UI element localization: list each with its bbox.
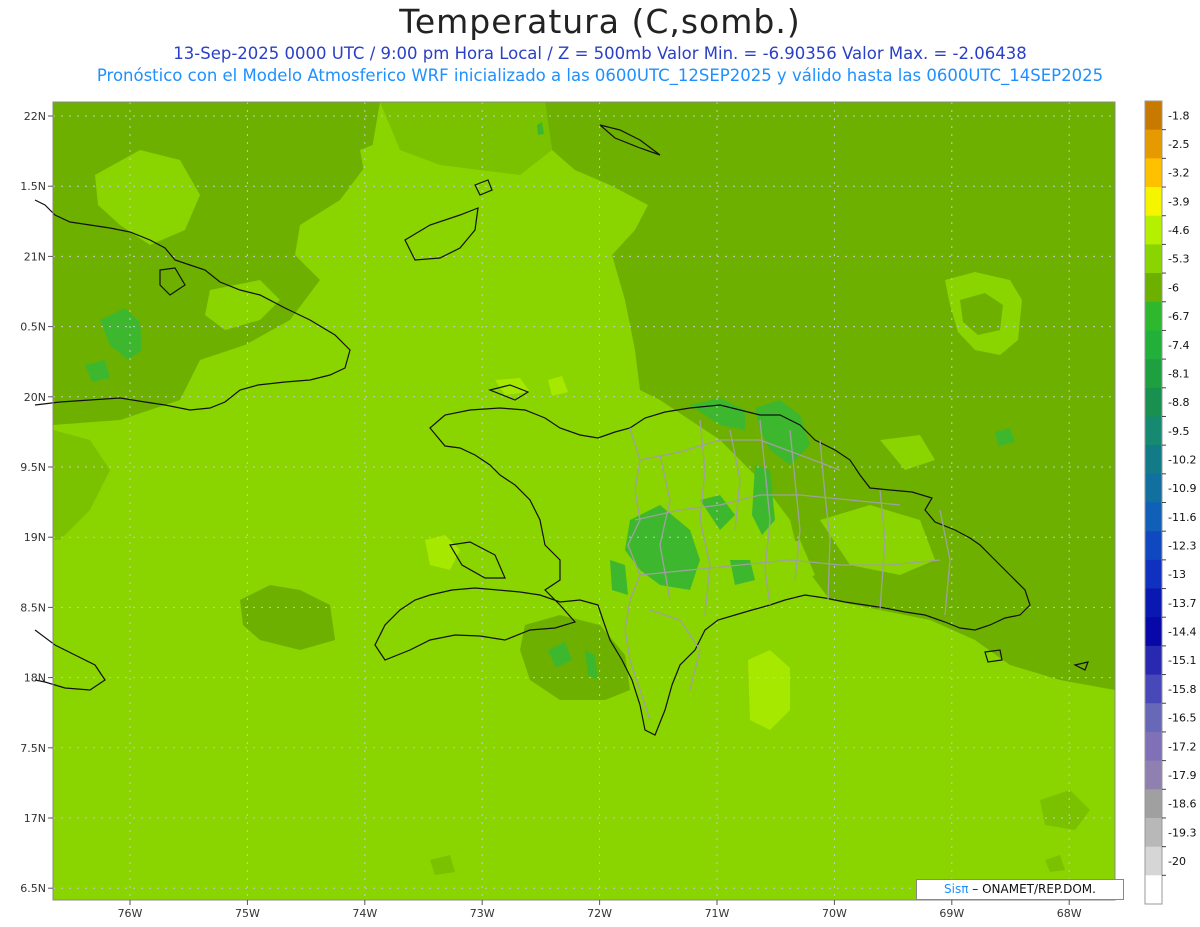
colorbar-label: -13.7: [1168, 597, 1196, 610]
colorbar-label: -20: [1168, 855, 1186, 868]
lon-tick-label: 69W: [939, 907, 964, 920]
colorbar-label: -15.8: [1168, 683, 1196, 696]
credit-organization: – ONAMET/REP.DOM.: [968, 882, 1096, 896]
colorbar-swatch: [1145, 387, 1162, 417]
lat-tick-label: 7.5N: [20, 742, 46, 755]
lat-tick-label: 1.5N: [20, 180, 46, 193]
colorbar-swatch: [1145, 158, 1162, 188]
colorbar-label: -1.8: [1168, 109, 1189, 122]
colorbar-swatch: [1145, 416, 1162, 446]
colorbar-swatch: [1145, 445, 1162, 475]
colorbar-swatch: [1145, 215, 1162, 245]
lat-tick-label: 9.5N: [20, 461, 46, 474]
colorbar-swatch: [1145, 645, 1162, 676]
colorbar-label: -10.9: [1168, 482, 1196, 495]
colorbar-swatch: [1145, 359, 1162, 389]
colorbar-label: -3.2: [1168, 167, 1189, 180]
colorbar-swatch: [1145, 588, 1162, 618]
colorbar-swatch: [1145, 731, 1162, 762]
colorbar-swatch: [1145, 301, 1162, 331]
colorbar-label: -17.2: [1168, 740, 1196, 753]
lat-tick-label: 20N: [24, 391, 46, 404]
sispi-logo-text: Sisπ: [944, 882, 969, 896]
lat-tick-label: 18N: [24, 672, 46, 685]
colorbar-swatch: [1145, 617, 1162, 647]
lat-tick-label: 0.5N: [20, 321, 46, 334]
colorbar-label: -7.4: [1168, 339, 1189, 352]
lat-tick-label: 22N: [24, 110, 46, 123]
colorbar-swatch: [1145, 473, 1162, 503]
colorbar-label: -5.3: [1168, 253, 1189, 266]
colorbar-swatch: [1145, 703, 1162, 733]
colorbar-label: -9.5: [1168, 425, 1189, 438]
colorbar-label: -4.6: [1168, 224, 1189, 237]
colorbar-swatch: [1145, 846, 1162, 876]
lat-tick-label: 21N: [24, 250, 46, 263]
lon-tick-label: 71W: [705, 907, 730, 920]
lon-tick-label: 72W: [587, 907, 612, 920]
colorbar-label: -14.4: [1168, 626, 1196, 639]
lat-tick-label: 19N: [24, 531, 46, 544]
colorbar-swatch: [1145, 789, 1162, 819]
lon-tick-label: 75W: [235, 907, 260, 920]
colorbar-label: -8.8: [1168, 396, 1189, 409]
lat-tick-label: 6.5N: [20, 882, 46, 895]
colorbar-label: -11.6: [1168, 511, 1196, 524]
colorbar-swatch: [1145, 817, 1162, 848]
lon-tick-label: 70W: [822, 907, 847, 920]
lat-tick-label: 8.5N: [20, 601, 46, 614]
colorbar: -1.8 -2.5 -3.2 -3.9 -4.6 -5.3 -6 -6.7 -7.4 -8.1 -8…: [1144, 100, 1196, 905]
lon-tick-label: 68W: [1057, 907, 1082, 920]
colorbar-label: -19.3: [1168, 826, 1196, 839]
lon-tick-label: 73W: [470, 907, 495, 920]
colorbar-label: -15.1: [1168, 654, 1196, 667]
colorbar-swatch: [1145, 330, 1162, 360]
colorbar-swatch: [1145, 502, 1162, 532]
colorbar-label: -3.9: [1168, 195, 1189, 208]
credit-box: Sisπ – ONAMET/REP.DOM.: [916, 879, 1124, 900]
colorbar-label: -13: [1168, 568, 1186, 581]
colorbar-swatch: [1145, 101, 1162, 131]
colorbar-swatch: [1145, 244, 1162, 274]
colorbar-label: -8.1: [1168, 367, 1189, 380]
lat-tick-label: 17N: [24, 812, 46, 825]
colorbar-label: -6.7: [1168, 310, 1189, 323]
colorbar-label: -10.2: [1168, 453, 1196, 466]
colorbar-swatch: [1145, 674, 1162, 704]
latitude-axis: 22N 1.5N 21N 0.5N 20N 9.5N 19N 8.5N 18N 7.5N 17N 6.…: [20, 110, 53, 895]
weather-map: 22N 1.5N 21N 0.5N 20N 9.5N 19N 8.5N 18N 7.5N 17N 6.…: [20, 100, 1196, 920]
lon-tick-label: 74W: [352, 907, 377, 920]
colorbar-label: -16.5: [1168, 712, 1196, 725]
lon-tick-label: 76W: [118, 907, 143, 920]
colorbar-label: -2.5: [1168, 138, 1189, 151]
colorbar-swatch: [1145, 187, 1162, 217]
colorbar-swatch: [1145, 559, 1162, 590]
colorbar-label: -17.9: [1168, 769, 1196, 782]
colorbar-label: -6: [1168, 281, 1179, 294]
colorbar-swatch: [1145, 531, 1162, 561]
colorbar-swatch: [1145, 129, 1162, 159]
colorbar-swatch: [1145, 760, 1162, 790]
colorbar-swatch: [1145, 273, 1162, 303]
colorbar-label: -12.3: [1168, 540, 1196, 553]
longitude-axis: 76W 75W 74W 73W 72W 71W 70W 69W 68W: [118, 900, 1082, 920]
colorbar-swatch: [1145, 875, 1162, 905]
colorbar-label: -18.6: [1168, 798, 1196, 811]
